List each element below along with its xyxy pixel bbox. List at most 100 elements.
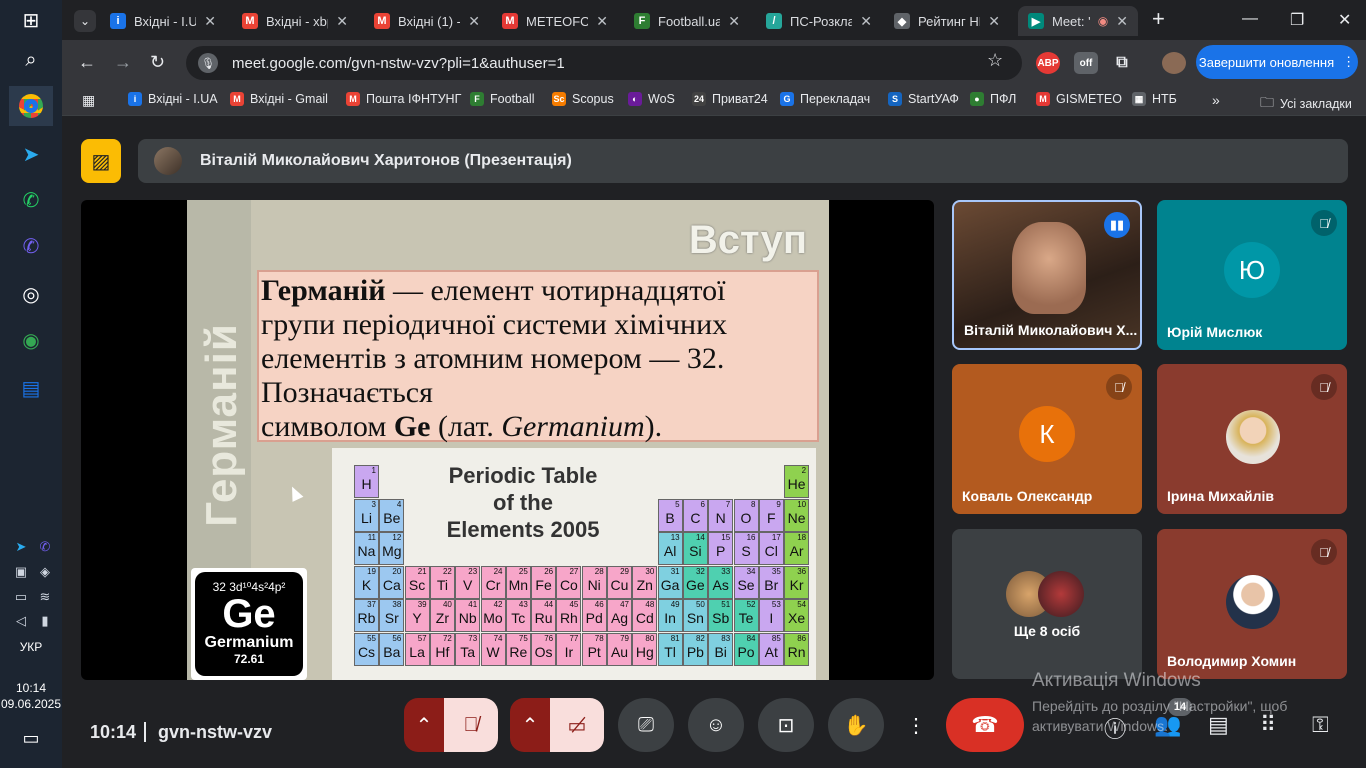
captions-button[interactable]: ⊡ (758, 698, 814, 752)
slide-line-5-latin: Germanium (501, 410, 645, 443)
more-participants-tile[interactable]: Ще 8 осіб (952, 529, 1142, 679)
tab-close-icon[interactable]: ✕ (728, 13, 740, 30)
tab-close-icon[interactable]: ✕ (860, 13, 872, 30)
camera-options-chevron-icon[interactable]: ⌃ (510, 698, 550, 752)
bookmark-item[interactable]: S StartУАФ (888, 92, 959, 106)
tray-viber-icon[interactable]: ✆ (34, 536, 56, 558)
tab-6[interactable]: / ПС-Розклад ✕ (756, 6, 882, 36)
reactions-button[interactable]: ☺ (688, 698, 744, 752)
finish-update-button[interactable]: Завершити оновлення ⋮ (1196, 45, 1358, 79)
element-cell: 57 La (404, 632, 430, 666)
more-options-button[interactable]: ⋮ (902, 698, 930, 752)
bookmark-star-icon[interactable]: ☆ (987, 50, 1003, 71)
tab-7[interactable]: ◆ Рейтинг НП ✕ (884, 6, 1010, 36)
participant-tile-presenter[interactable]: ▮▮ Віталій Миколайович Х... (952, 200, 1142, 350)
tab-2[interactable]: M Вхідні - xbp ✕ (232, 6, 358, 36)
tab-close-icon[interactable]: ✕ (988, 13, 1000, 30)
presentation-stage[interactable]: Германій Вступ Германій — елемент чотирн… (81, 200, 934, 680)
element-cell: 24 Cr (480, 565, 506, 599)
tab-close-icon[interactable]: ✕ (204, 13, 216, 30)
app2-icon[interactable]: ◉ (9, 320, 53, 360)
close-window-icon[interactable]: ✕ (1338, 10, 1351, 30)
participant-tile[interactable]: 🎙̸ Ірина Михайлів (1157, 364, 1347, 514)
tab-close-icon[interactable]: ✕ (1116, 13, 1128, 30)
language-indicator[interactable]: УКР (0, 640, 62, 654)
captions-icon: ⊡ (777, 714, 795, 737)
telegram-icon[interactable]: ➤ (9, 134, 53, 174)
back-arrow-icon[interactable]: ← (78, 52, 96, 73)
tray-app-icon[interactable]: ▣ (10, 561, 32, 583)
bookmark-item[interactable]: M GISMETEO (1036, 92, 1122, 106)
presentation-icon[interactable]: ▨ (81, 139, 121, 183)
tab-close-icon[interactable]: ✕ (336, 13, 348, 30)
app-icon[interactable]: ◎ (9, 274, 53, 314)
bookmark-item[interactable]: Sc Scopus (552, 92, 614, 106)
restore-icon[interactable]: ❐ (1290, 10, 1304, 30)
i-ua-icon: i (110, 13, 126, 29)
system-date: 09.06.2025 (0, 697, 62, 711)
notification-icon[interactable]: ▭ (9, 718, 53, 758)
extension-off-icon[interactable]: off (1074, 52, 1098, 74)
participant-avatar-letter: Ю (1224, 242, 1280, 298)
system-clock[interactable]: 10:14 09.06.2025 (0, 680, 62, 712)
reload-icon[interactable]: ↻ (150, 52, 165, 73)
search-icon[interactable]: ⌕ (9, 40, 53, 80)
tab-8[interactable]: ▶ Meet: ' ◉ ✕ (1018, 6, 1138, 36)
element-cell: 18 Ar (784, 532, 810, 565)
tray-shield-icon[interactable]: ◈ (34, 561, 56, 583)
bookmark-item[interactable]: F Football (470, 92, 534, 106)
bookmark-item[interactable]: G Перекладач (780, 92, 870, 106)
present-screen-button[interactable]: ⎚ (618, 698, 674, 752)
new-tab-plus-icon[interactable]: + (1152, 6, 1165, 32)
tab-close-icon[interactable]: ✕ (468, 13, 480, 30)
participant-tile[interactable]: 🎙̸ Ю Юрій Мислюк (1157, 200, 1347, 350)
windows-start-icon[interactable]: ⊞ (9, 0, 53, 40)
bookmark-item[interactable]: ▦ НТБ (1132, 92, 1177, 106)
tab-close-icon[interactable]: ✕ (596, 13, 608, 30)
element-cell: 7N (708, 498, 734, 532)
element-cell: 31 Ga (657, 565, 683, 599)
participant-tile[interactable]: 🎙̸ Володимир Хомин (1157, 529, 1347, 679)
camera-off-icon: ▭̸ (567, 714, 587, 737)
camera-off-button[interactable]: ▭̸ (550, 698, 604, 752)
bookmark-favicon-icon: G (780, 92, 794, 106)
site-info-icon[interactable]: 🎙 (198, 53, 218, 73)
microphone-icon[interactable]: ▮ (34, 610, 56, 632)
bookmark-item[interactable]: M Пошта ІФНТУНГ (346, 92, 461, 106)
microphone-off-button[interactable]: 🎙̸ (444, 698, 498, 752)
network-icon[interactable]: ≋ (34, 586, 56, 608)
extensions-puzzle-icon[interactable]: ⧉ (1110, 52, 1134, 74)
bookmark-label: Приват24 (712, 92, 768, 106)
forward-arrow-icon[interactable]: → (114, 52, 132, 73)
bookmark-item[interactable]: ● ПФЛ (970, 92, 1016, 106)
tab-3[interactable]: M Вхідні (1) - ✕ (364, 6, 490, 36)
leave-call-button[interactable]: ☎ (946, 698, 1024, 752)
adblock-extension-icon[interactable]: ABP (1036, 52, 1060, 74)
tray-telegram-icon[interactable]: ➤ (10, 536, 32, 558)
tab-4[interactable]: M METEOFOR ✕ (492, 6, 618, 36)
more-bookmarks-chevron-icon[interactable]: » (1212, 92, 1220, 108)
bookmark-item[interactable]: 24 Приват24 (692, 92, 768, 106)
tab-5[interactable]: F Football.ua ✕ (624, 6, 750, 36)
profile-avatar[interactable] (1162, 52, 1186, 74)
whatsapp-icon[interactable]: ✆ (9, 180, 53, 220)
volume-icon[interactable]: ◁ (10, 610, 32, 632)
participant-tile[interactable]: 🎙̸ К Коваль Олександр (952, 364, 1142, 514)
address-bar[interactable]: 🎙 meet.google.com/gvn-nstw-vzv?pli=1&aut… (186, 46, 1022, 80)
mic-options-chevron-icon[interactable]: ⌃ (404, 698, 444, 752)
all-bookmarks-folder[interactable]: 🗀 Усі закладки (1260, 92, 1352, 116)
save-icon[interactable]: ▤ (9, 368, 53, 408)
bookmark-item[interactable]: M Вхідні - Gmail (230, 92, 328, 106)
raise-hand-button[interactable]: ✋ (828, 698, 884, 752)
bookmark-item[interactable]: i Вхідні - I.UA (128, 92, 218, 106)
apps-grid-icon[interactable]: ▦ (82, 92, 95, 109)
tab-search-chevron-icon[interactable]: ⌄ (74, 10, 96, 32)
browser-tab-strip: ⌄ i Вхідні - I.UA ✕ M Вхідні - xbp ✕ M Вхідні (… (62, 0, 1366, 40)
tab-1[interactable]: i Вхідні - I.UA ✕ (100, 6, 226, 36)
viber-icon[interactable]: ✆ (9, 226, 53, 266)
bookmark-item[interactable]: ◐ WoS (628, 92, 675, 106)
minimize-icon[interactable]: — (1242, 10, 1258, 28)
periodic-table-title-line-2: of the (493, 490, 553, 515)
chrome-icon[interactable] (9, 86, 53, 126)
battery-icon[interactable]: ▭ (10, 586, 32, 608)
